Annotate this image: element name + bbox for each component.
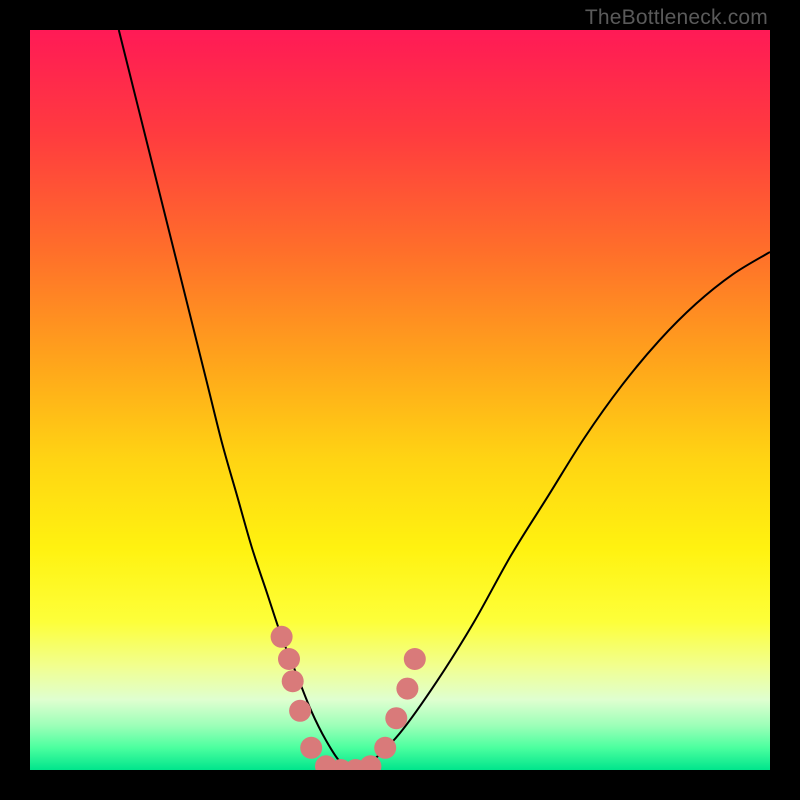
marker-point xyxy=(278,648,300,670)
curve-layer xyxy=(30,30,770,770)
plot-area xyxy=(30,30,770,770)
marker-point xyxy=(289,700,311,722)
marker-point xyxy=(359,755,381,770)
marker-point xyxy=(374,737,396,759)
marker-point xyxy=(396,678,418,700)
marker-point xyxy=(404,648,426,670)
bottleneck-curve xyxy=(119,30,770,770)
marker-point xyxy=(271,626,293,648)
chart-frame: TheBottleneck.com xyxy=(0,0,800,800)
highlight-markers xyxy=(271,626,426,770)
marker-point xyxy=(385,707,407,729)
marker-point xyxy=(300,737,322,759)
watermark-text: TheBottleneck.com xyxy=(585,6,768,30)
marker-point xyxy=(282,670,304,692)
